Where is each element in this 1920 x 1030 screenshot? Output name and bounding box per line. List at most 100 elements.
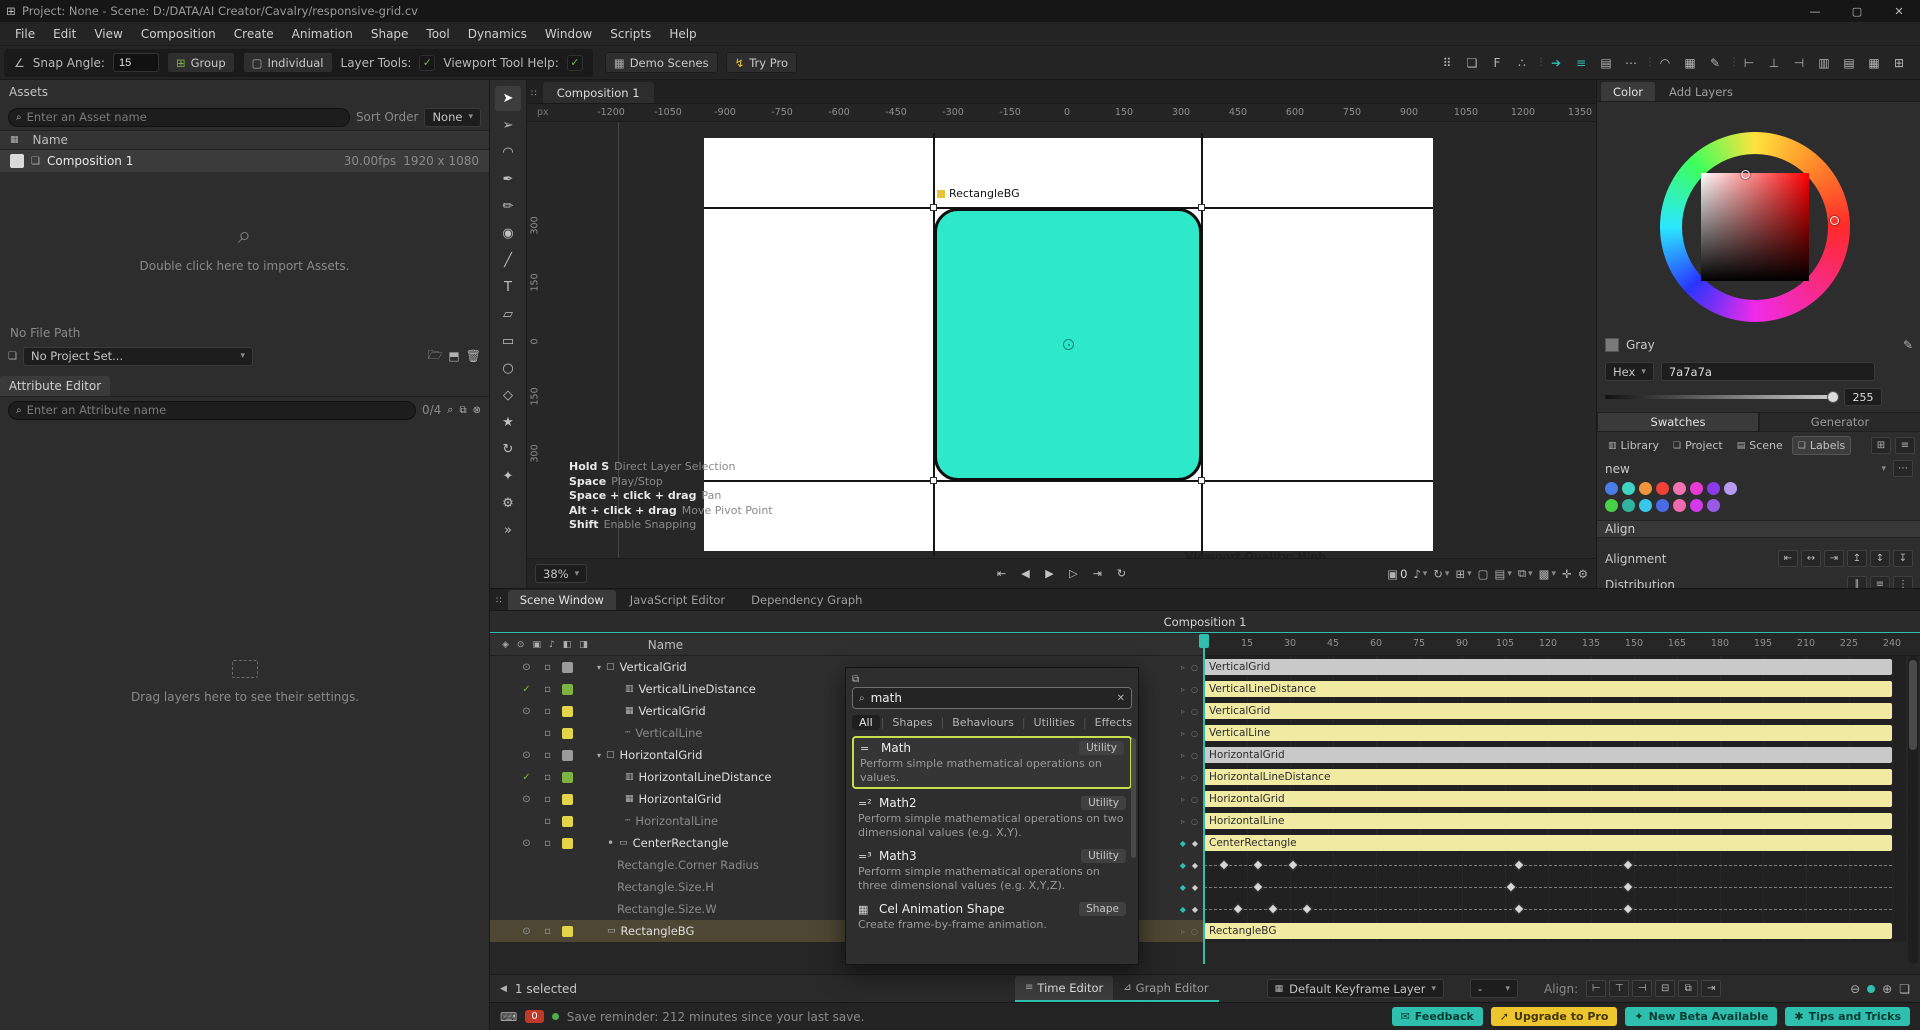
layer-row[interactable]: Rectangle.Corner Radius ◆ ◆	[490, 854, 1920, 876]
expand-toolstrip-icon[interactable]: »	[495, 518, 521, 543]
table-icon[interactable]: ▦	[1679, 52, 1701, 74]
keyframe-diamond-icon[interactable]: ◆	[1180, 905, 1186, 914]
zoom-in-icon[interactable]: ⊕	[1882, 982, 1892, 996]
hex-input[interactable]	[1660, 362, 1875, 381]
scrollbar-thumb[interactable]	[1909, 660, 1917, 750]
curve-icon[interactable]: ◠	[1654, 52, 1676, 74]
display-mode-icon[interactable]: ▢	[1478, 567, 1489, 581]
menu-item-window[interactable]: Window	[536, 22, 601, 46]
keyframe-diamond[interactable]	[1232, 903, 1245, 915]
sort-order-select[interactable]: None ▾	[424, 107, 481, 127]
color-swatch[interactable]	[1707, 499, 1720, 512]
visibility-eye-icon[interactable]: ⊙	[516, 706, 537, 717]
step-back-button[interactable]: ◀	[1016, 565, 1036, 583]
matte-icon[interactable]: ◧	[563, 640, 572, 650]
attribute-editor-dropzone[interactable]: Drag layers here to see their settings.	[0, 660, 490, 704]
layer-color-chip[interactable]	[562, 749, 573, 761]
grid-toggle-icon[interactable]: ⊞ ▾	[1455, 567, 1471, 581]
visibility-eye-icon[interactable]: ⊙	[516, 662, 537, 673]
columns-view-icon[interactable]: ▥	[1813, 52, 1835, 74]
color-swatch[interactable]	[1656, 482, 1669, 495]
timeline-ruler[interactable]: 0153045607590105120135150165180195210225…	[1201, 633, 1920, 656]
layer-row[interactable]: ⊙ ▫ ▦ HorizontalGrid ▹ ○ HorizontalGrid	[490, 788, 1920, 810]
animate-toggle-icon[interactable]: ▹	[1181, 817, 1185, 826]
expand-arrow-icon[interactable]: ▾	[597, 663, 601, 672]
line-tool[interactable]: ╱	[495, 248, 521, 273]
tab-scene-window[interactable]: Scene Window	[507, 590, 616, 610]
keyframe-toggle-icon[interactable]: ○	[1191, 729, 1198, 738]
chevron-down-icon[interactable]: ▾	[1881, 464, 1886, 474]
selection-handle[interactable]	[1198, 204, 1205, 211]
more-options-icon[interactable]: ⋯	[1620, 52, 1642, 74]
refresh-icon[interactable]: ↻ ▾	[1433, 567, 1449, 581]
audio-toggle-icon[interactable]: ♪ ▾	[1413, 567, 1427, 581]
layer-row[interactable]: ▫ ┄ HorizontalLine ▹ ○ HorizontalLine	[490, 810, 1920, 832]
tips-button[interactable]: ✱ Tips and Tricks	[1785, 1007, 1910, 1026]
skew-tool[interactable]: ▱	[495, 302, 521, 327]
camera-tool[interactable]: ◉	[495, 221, 521, 246]
tool-settings-icon[interactable]: ⚙	[495, 491, 521, 516]
selection-handle[interactable]	[1198, 477, 1205, 484]
export-frame-icon[interactable]: ⧉ ▾	[1518, 566, 1533, 581]
keyframe-diamond[interactable]	[1218, 859, 1230, 871]
keyframe-diamond[interactable]	[1267, 903, 1279, 915]
asset-row-composition[interactable]: ❏ Composition 1 30.00fps 1920 x 1080	[0, 150, 489, 172]
fit-timeline-icon[interactable]: ❏	[1899, 982, 1910, 996]
list-view-icon[interactable]: ▤	[1595, 52, 1617, 74]
keyframe-diamond-icon[interactable]: ◆	[1192, 905, 1198, 914]
layer-tools-checkbox[interactable]: ✓	[419, 54, 436, 71]
try-pro-button[interactable]: ↯ Try Pro	[725, 52, 797, 73]
menu-item-file[interactable]: File	[6, 22, 44, 46]
tag-icon[interactable]: ◨	[579, 640, 588, 650]
keyframe-toggle-icon[interactable]: ○	[1191, 773, 1198, 782]
panel-drag-handle[interactable]: ∷	[496, 596, 502, 606]
color-swatch[interactable]	[1622, 499, 1635, 512]
menu-item-help[interactable]: Help	[660, 22, 705, 46]
render-toggle-icon[interactable]: ▫	[537, 750, 558, 761]
menu-item-composition[interactable]: Composition	[132, 22, 225, 46]
animate-toggle-icon[interactable]: ▹	[1181, 795, 1185, 804]
layer-row[interactable]: ⊙ ▫ • ▭ CenterRectangle ◆ ◆ CenterRectangle	[490, 832, 1920, 854]
saturation-square[interactable]	[1701, 173, 1809, 281]
menu-item-edit[interactable]: Edit	[44, 22, 85, 46]
close-button[interactable]: ✕	[1878, 0, 1920, 22]
layer-color-chip[interactable]	[562, 705, 573, 717]
hex-mode-select[interactable]: Hex ▾	[1605, 362, 1654, 381]
lasso-tool[interactable]: ◠	[495, 140, 521, 165]
animate-toggle-icon[interactable]: ▹	[1181, 707, 1185, 716]
keyframe-toggle-icon[interactable]: ○	[1191, 795, 1198, 804]
beta-button[interactable]: ✦ New Beta Available	[1625, 1007, 1778, 1026]
add-panel-icon[interactable]: ⊞	[1888, 52, 1910, 74]
menu-item-animation[interactable]: Animation	[283, 22, 362, 46]
layer-row[interactable]: Rectangle.Size.H ◆ ◆	[490, 876, 1920, 898]
layer-row[interactable]: ✓ ▫ ▥ HorizontalLineDistance ▹ ○ HorizontalLin…	[490, 766, 1920, 788]
align-right-icon[interactable]: ⇥	[1824, 550, 1844, 567]
color-swatch[interactable]	[1690, 482, 1703, 495]
pop-out-icon[interactable]: ⧉	[852, 674, 859, 685]
layer-row[interactable]: ⊙ ▫ ▦ VerticalGrid ▹ ○ VerticalGrid	[490, 700, 1920, 722]
grid-view-icon[interactable]: ▦	[1863, 52, 1885, 74]
pin-icon[interactable]: ⧉	[459, 405, 466, 416]
list-view-icon[interactable]: ≡	[1895, 437, 1915, 454]
zoom-out-icon[interactable]: ⊖	[1850, 982, 1860, 996]
layer-duration-bar[interactable]: RectangleBG	[1204, 923, 1892, 939]
step-forward-button[interactable]: ▷	[1064, 565, 1084, 583]
overlays-icon[interactable]: ▤ ▾	[1494, 567, 1511, 581]
align-left-icon[interactable]: ⊢	[1738, 52, 1760, 74]
layer-color-chip[interactable]	[562, 837, 573, 849]
delete-icon[interactable]: 🗑	[466, 349, 481, 363]
jump-start-button[interactable]: ⇤	[992, 565, 1012, 583]
popup-tab-effects[interactable]: Effects	[1088, 715, 1139, 730]
alpha-slider-knob[interactable]	[1827, 391, 1839, 403]
layer-color-chip[interactable]	[562, 925, 573, 937]
key-jump-icon[interactable]: ⇥	[1701, 980, 1722, 997]
layer-row[interactable]: ⊙ ▫ ▾ ▢ VerticalGrid ▹ ○ VerticalGrid	[490, 656, 1920, 678]
render-toggle-icon[interactable]: ▫	[537, 838, 558, 849]
keyframe-layer-select[interactable]: ▦ Default Keyframe Layer ▾	[1266, 979, 1445, 998]
demo-scenes-button[interactable]: ▦ Demo Scenes	[604, 52, 718, 73]
playhead[interactable]	[1203, 634, 1205, 964]
layer-duration-bar[interactable]: HorizontalLine	[1204, 813, 1892, 829]
keyframe-diamond-icon[interactable]: ◆	[1180, 839, 1186, 848]
keyframe-diamond-icon[interactable]: ◆	[1192, 883, 1198, 892]
keyframe-toggle-icon[interactable]: ○	[1191, 707, 1198, 716]
